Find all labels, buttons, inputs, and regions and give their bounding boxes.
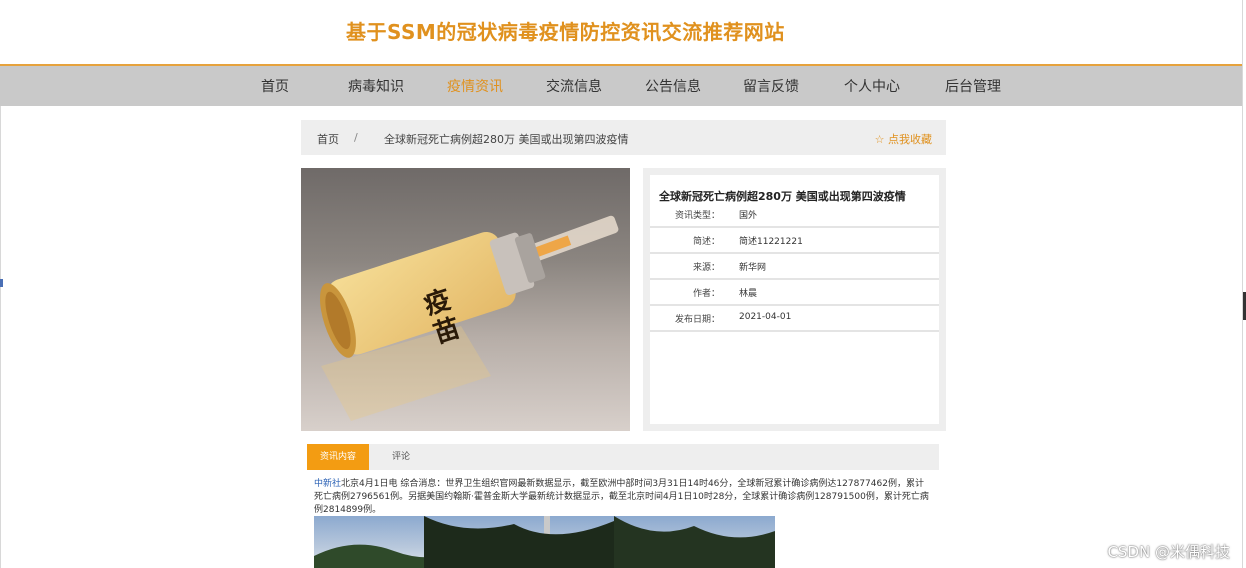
favorite-button[interactable]: ☆ 点我收藏 [875,131,932,147]
window-right-edge [1242,0,1243,568]
detail-label: 简述： [692,237,720,247]
csdn-watermark: CSDN @米偶科技 [1107,543,1230,561]
detail-row-source: 来源： 新华网 [650,254,939,280]
article-image [314,516,775,568]
nav-item-virus-knowledge[interactable]: 病毒知识 [348,76,404,96]
detail-label: 作者： [692,289,720,299]
detail-row-author: 作者： 林晨 [650,280,939,306]
site-header: 基于SSM的冠状病毒疫情防控资讯交流推荐网站 [0,0,1242,64]
detail-row-date: 发布日期： 2021-04-01 [650,306,939,332]
nav-item-notices[interactable]: 公告信息 [645,76,701,96]
content-tabs: 资讯内容 评论 [307,444,939,470]
detail-value: 2021-04-01 [739,312,792,322]
article-text: 北京4月1日电 综合消息：世界卫生组织官网最新数据显示，截至欧洲中部时间3月31… [314,479,929,515]
detail-value: 新华网 [739,263,767,273]
main-nav: 首页 病毒知识 疫情资讯 交流信息 公告信息 留言反馈 个人中心 后台管理 [0,64,1242,106]
nav-item-feedback[interactable]: 留言反馈 [743,76,799,96]
breadcrumb-home[interactable]: 首页 [317,131,339,147]
nav-item-home[interactable]: 首页 [261,76,289,96]
detail-label: 来源： [692,263,720,273]
detail-value: 简述11221221 [739,237,803,247]
detail-value: 林晨 [739,289,758,299]
detail-value: 国外 [739,211,758,221]
article-source-link[interactable]: 中新社 [314,479,341,489]
breadcrumb: 首页 / 全球新冠死亡病例超280万 美国或出现第四波疫情 ☆ 点我收藏 [301,120,946,155]
nav-item-epidemic-news[interactable]: 疫情资讯 [447,76,503,96]
detail-label: 资讯类型： [674,211,720,221]
detail-row-type: 资讯类型： 国外 [650,202,939,228]
detail-row-summary: 简述： 简述11221221 [650,228,939,254]
vaccine-vial-illustration [320,215,619,421]
nav-item-admin[interactable]: 后台管理 [945,76,1001,96]
detail-label: 发布日期： [674,315,720,325]
news-image: 疫苗 [301,168,630,431]
tab-news-content[interactable]: 资讯内容 [307,444,369,470]
nav-item-exchange[interactable]: 交流信息 [546,76,602,96]
breadcrumb-separator: / [354,131,358,144]
site-title: 基于SSM的冠状病毒疫情防控资讯交流推荐网站 [346,20,785,44]
tab-comments[interactable]: 评论 [377,444,425,470]
article-body: 中新社北京4月1日电 综合消息：世界卫生组织官网最新数据显示，截至欧洲中部时间3… [314,478,932,517]
left-edge-marker [0,279,3,287]
breadcrumb-current: 全球新冠死亡病例超280万 美国或出现第四波疫情 [384,133,629,146]
detail-panel: 全球新冠死亡病例超280万 美国或出现第四波疫情 资讯类型： 国外 简述： 简述… [643,168,946,431]
nav-item-user-center[interactable]: 个人中心 [844,76,900,96]
palm-trees-illustration [314,516,775,568]
detail-card: 全球新冠死亡病例超280万 美国或出现第四波疫情 资讯类型： 国外 简述： 简述… [650,175,939,424]
